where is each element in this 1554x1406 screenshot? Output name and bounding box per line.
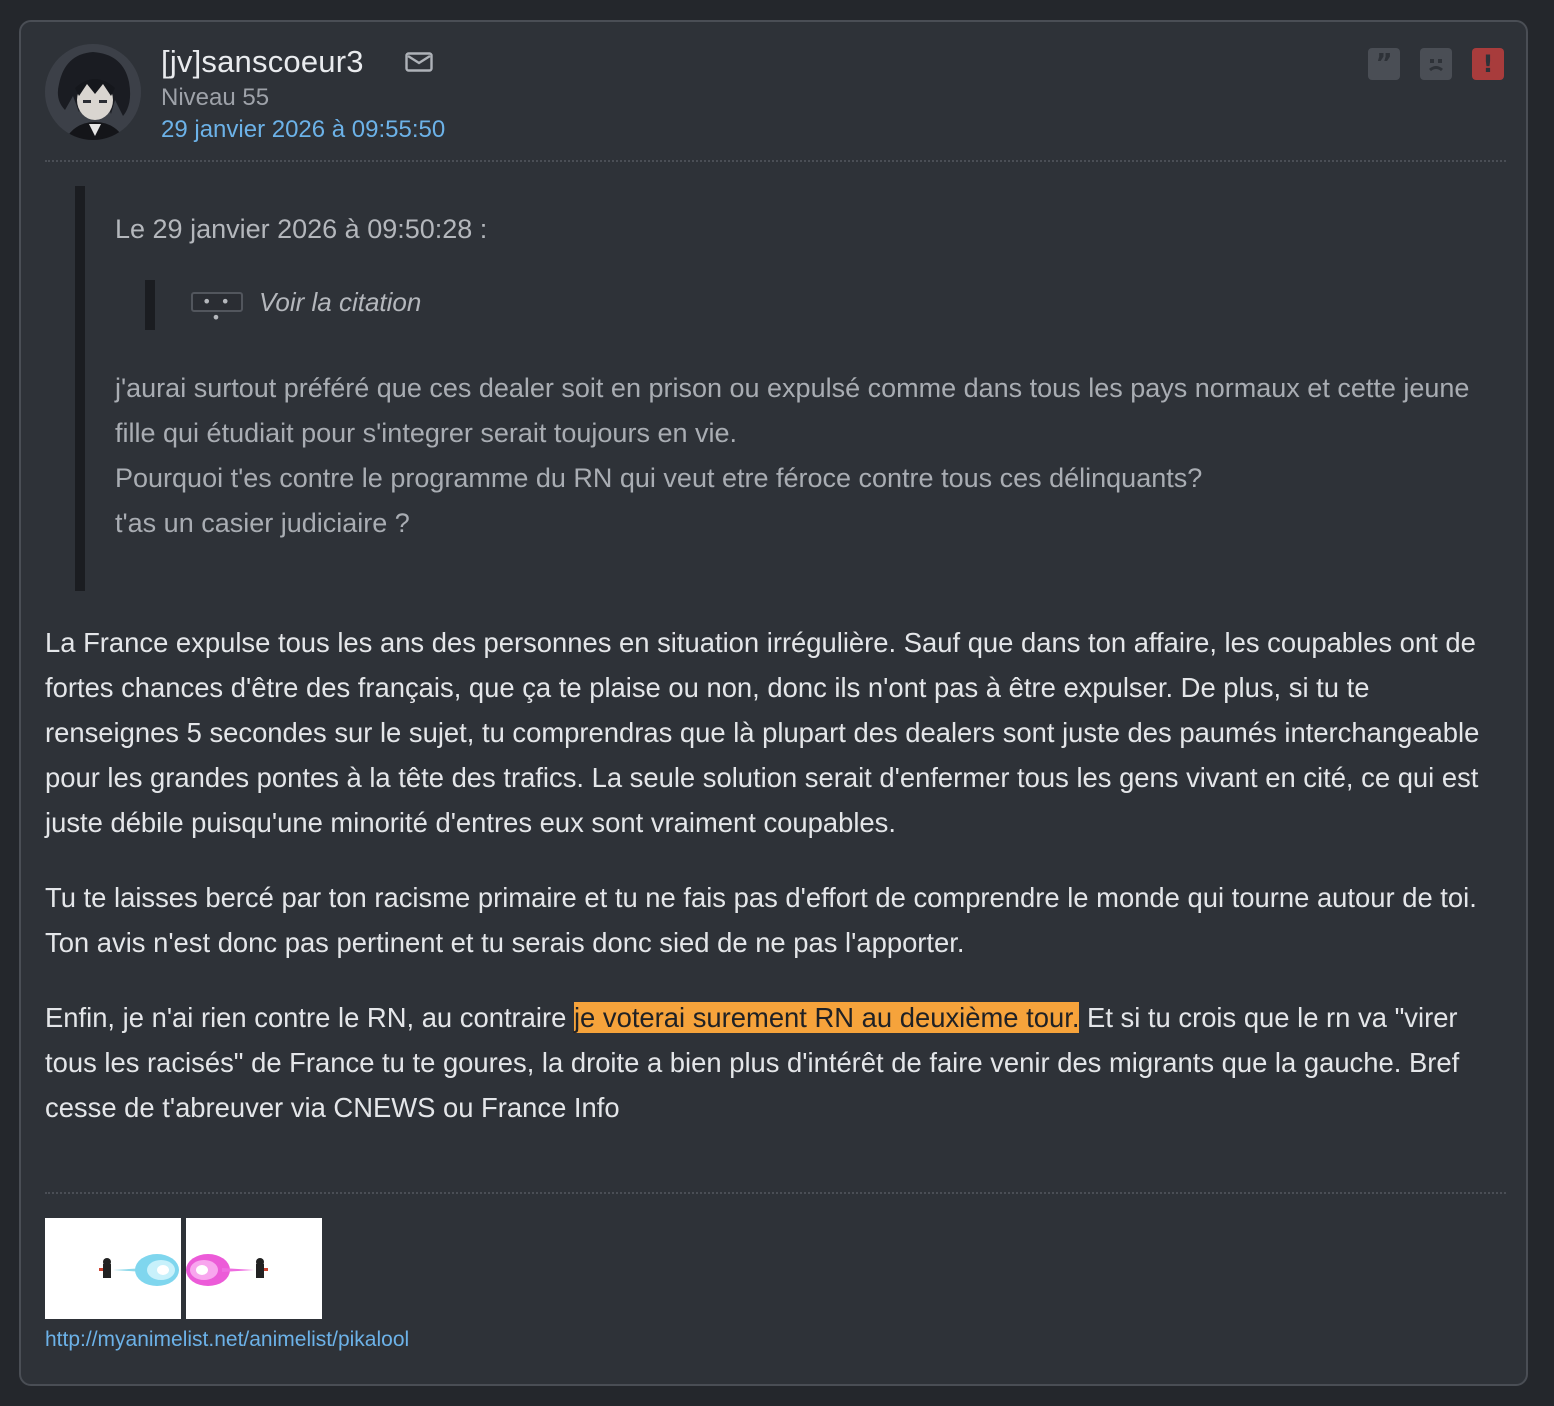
- avatar-image: [45, 44, 141, 140]
- nested-quote: • • • Voir la citation: [145, 280, 555, 330]
- report-button[interactable]: !: [1472, 48, 1504, 80]
- report-icon: !: [1482, 50, 1494, 78]
- paragraph-text: Enfin, je n'ai rien contre le RN, au con…: [45, 1002, 574, 1033]
- author-level: Niveau 55: [161, 84, 270, 111]
- avatar[interactable]: [45, 44, 141, 140]
- quote-icon: ”: [1375, 49, 1393, 79]
- quoted-message: Le 29 janvier 2026 à 09:50:28 : • • • Vo…: [75, 186, 1505, 591]
- quote-body: j'aurai surtout préféré que ces dealer s…: [115, 366, 1495, 546]
- post-date-link[interactable]: 29 janvier 2026 à 09:55:50: [161, 116, 445, 144]
- quote-header: Le 29 janvier 2026 à 09:50:28 :: [115, 214, 488, 244]
- header-divider: [45, 160, 1506, 162]
- view-quote-link[interactable]: Voir la citation: [259, 287, 421, 318]
- highlighted-text: je voterai surement RN au deuxième tour.: [573, 1002, 1080, 1033]
- signature-divider: [45, 1192, 1506, 1194]
- quote-line: j'aurai surtout préféré que ces dealer s…: [115, 373, 1470, 448]
- forum-post: [jv]sanscoeur3 Niveau 55 29 janvier 2026…: [19, 20, 1528, 1386]
- signature-image-left: [45, 1218, 181, 1319]
- expand-quote-button[interactable]: • • •: [191, 292, 243, 326]
- post-paragraph: La France expulse tous les ans des perso…: [45, 627, 1480, 838]
- author-name[interactable]: [jv]sanscoeur3: [161, 44, 364, 80]
- post-body: La France expulse tous les ans des perso…: [45, 620, 1510, 1160]
- quote-button[interactable]: ”: [1368, 48, 1400, 80]
- mail-icon[interactable]: [405, 52, 433, 72]
- post-paragraph: Enfin, je n'ai rien contre le RN, au con…: [45, 995, 1510, 1130]
- quote-line: t'as un casier judiciaire ?: [115, 508, 410, 538]
- signature-image-right: [186, 1218, 322, 1319]
- sad-face-icon: [1429, 59, 1443, 72]
- signature-link[interactable]: http://myanimelist.net/animelist/pikaloo…: [45, 1328, 409, 1352]
- sad-button[interactable]: [1420, 48, 1452, 80]
- post-paragraph: Tu te laisses bercé par ton racisme prim…: [45, 882, 1477, 958]
- quote-line: Pourquoi t'es contre le programme du RN …: [115, 463, 1203, 493]
